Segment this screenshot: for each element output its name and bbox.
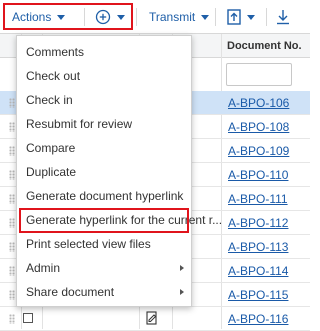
menu-item-label: Generate document hyperlink (26, 189, 184, 203)
upload-button[interactable] (227, 0, 255, 34)
menu-item-label: Resubmit for review (26, 117, 133, 131)
menu-item-print-selected-view-files[interactable]: Print selected view files (17, 232, 191, 256)
drag-handle-icon[interactable] (9, 290, 15, 300)
chevron-down-icon (201, 14, 210, 20)
menu-item-label: Check in (26, 93, 73, 107)
menu-item-check-in[interactable]: Check in (17, 88, 191, 112)
menu-item-resubmit-for-review[interactable]: Resubmit for review (17, 112, 191, 136)
menu-item-duplicate[interactable]: Duplicate (17, 160, 191, 184)
toolbar-divider (266, 8, 267, 26)
drag-handle-icon[interactable] (9, 194, 15, 204)
drag-handle-icon[interactable] (9, 314, 15, 324)
toolbar-divider (136, 8, 137, 26)
menu-item-highlight-box (19, 208, 189, 233)
menu-item-share-document[interactable]: Share document (17, 280, 191, 304)
actions-highlight-box (3, 3, 133, 30)
drag-handle-icon[interactable] (9, 146, 15, 156)
drag-handle-icon[interactable] (9, 242, 15, 252)
menu-item-generate-document-hyperlink[interactable]: Generate document hyperlink (17, 184, 191, 208)
document-link[interactable]: A-BPO-108 (228, 120, 289, 134)
column-header-document-no[interactable]: Document No. (227, 40, 302, 52)
document-link[interactable]: A-BPO-116 (228, 312, 288, 326)
menu-item-label: Check out (26, 69, 81, 83)
document-no-filter-input[interactable] (226, 63, 292, 86)
menu-item-label: Duplicate (26, 165, 77, 179)
drag-handle-icon[interactable] (9, 170, 15, 180)
toolbar-divider (215, 8, 216, 26)
document-link[interactable]: A-BPO-110 (228, 168, 288, 182)
chevron-right-icon (180, 265, 184, 271)
menu-item-check-out[interactable]: Check out (17, 64, 191, 88)
drag-handle-icon[interactable] (9, 218, 15, 228)
drag-handle-icon[interactable] (9, 266, 15, 276)
document-link[interactable]: A-BPO-115 (228, 288, 288, 302)
drag-handle-icon[interactable] (9, 122, 15, 132)
download-icon (277, 10, 289, 25)
chevron-down-icon (247, 14, 255, 20)
document-link[interactable]: A-BPO-111 (228, 192, 288, 206)
document-link[interactable]: A-BPO-113 (228, 240, 288, 254)
chevron-right-icon (180, 289, 184, 295)
document-link[interactable]: A-BPO-106 (228, 96, 289, 110)
transmit-button[interactable]: Transmit (149, 0, 210, 34)
document-link[interactable]: A-BPO-114 (228, 264, 288, 278)
actions-menu: Comments Check out Check in Resubmit for… (16, 35, 222, 307)
row-checkbox[interactable] (23, 313, 33, 323)
menu-item-label: Admin (26, 261, 61, 275)
download-button[interactable] (276, 0, 290, 34)
menu-item-admin[interactable]: Admin (17, 256, 191, 280)
menu-item-label: Compare (26, 141, 76, 155)
menu-item-comments[interactable]: Comments (17, 40, 191, 64)
menu-item-label: Print selected view files (26, 237, 151, 251)
menu-item-compare[interactable]: Compare (17, 136, 191, 160)
document-link[interactable]: A-BPO-109 (228, 144, 289, 158)
upload-icon (227, 9, 241, 25)
document-link[interactable]: A-BPO-112 (228, 216, 288, 230)
table-row[interactable]: A-BPO-116 (0, 307, 310, 331)
menu-item-label: Comments (26, 45, 85, 59)
menu-item-label: Share document (26, 285, 115, 299)
transmit-label: Transmit (149, 10, 196, 24)
drag-handle-icon[interactable] (9, 98, 15, 108)
document-edit-icon[interactable] (146, 311, 158, 325)
